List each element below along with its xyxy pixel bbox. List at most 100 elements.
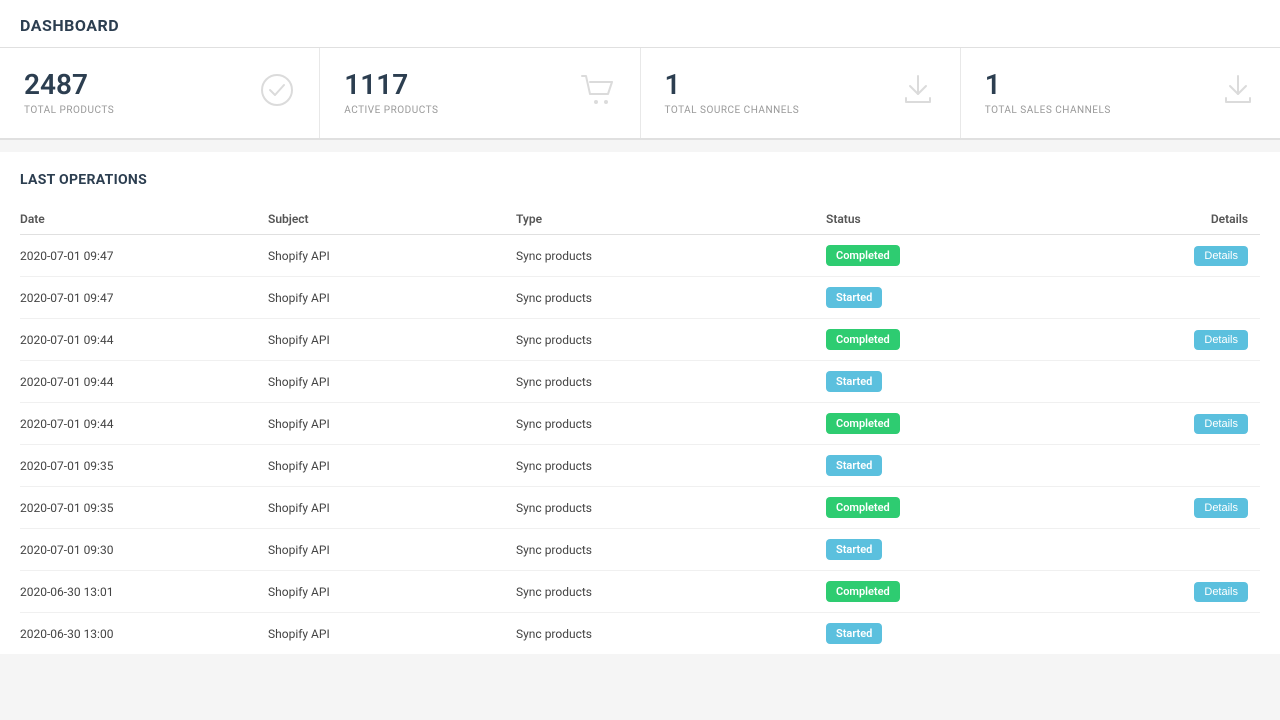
status-badge: Completed — [826, 497, 900, 518]
cell-details — [1074, 361, 1260, 403]
cell-type: Sync products — [516, 403, 826, 445]
col-subject: Subject — [268, 204, 516, 235]
status-badge: Completed — [826, 581, 900, 602]
table-body: 2020-07-01 09:47 Shopify API Sync produc… — [20, 235, 1260, 655]
cell-status: Started — [826, 445, 1074, 487]
status-badge: Completed — [826, 329, 900, 350]
stat-number-total-products: 2487 — [24, 70, 114, 101]
operations-table-wrap: Date Subject Type Status Details 2020-07… — [20, 204, 1260, 654]
status-badge: Started — [826, 455, 882, 476]
stat-content-total-source-channels: 1 TOTAL SOURCE CHANNELS — [665, 70, 800, 116]
stat-label-total-source-channels: TOTAL SOURCE CHANNELS — [665, 105, 800, 116]
table-row: 2020-06-30 13:01 Shopify API Sync produc… — [20, 571, 1260, 613]
table-row: 2020-07-01 09:47 Shopify API Sync produc… — [20, 277, 1260, 319]
stats-row: 2487 TOTAL PRODUCTS 1117 ACTIVE PRODUCTS — [0, 48, 1280, 140]
table-row: 2020-07-01 09:44 Shopify API Sync produc… — [20, 361, 1260, 403]
cell-type: Sync products — [516, 445, 826, 487]
table-header-row: Date Subject Type Status Details — [20, 204, 1260, 235]
details-button[interactable]: Details — [1194, 582, 1248, 602]
cell-details — [1074, 277, 1260, 319]
cell-date: 2020-07-01 09:35 — [20, 487, 268, 529]
details-button[interactable]: Details — [1194, 246, 1248, 266]
cell-status: Started — [826, 529, 1074, 571]
details-button[interactable]: Details — [1194, 498, 1248, 518]
table-row: 2020-07-01 09:47 Shopify API Sync produc… — [20, 235, 1260, 277]
cell-date: 2020-07-01 09:44 — [20, 403, 268, 445]
stat-label-total-sales-channels: TOTAL SALES CHANNELS — [985, 105, 1111, 116]
stat-number-active-products: 1117 — [344, 70, 438, 101]
cell-type: Sync products — [516, 361, 826, 403]
stat-card-total-products: 2487 TOTAL PRODUCTS — [0, 48, 320, 138]
cell-date: 2020-07-01 09:30 — [20, 529, 268, 571]
status-badge: Completed — [826, 245, 900, 266]
cell-subject: Shopify API — [268, 445, 516, 487]
status-badge: Started — [826, 539, 882, 560]
cell-date: 2020-07-01 09:44 — [20, 361, 268, 403]
status-badge: Started — [826, 371, 882, 392]
page-header: DASHBOARD — [0, 0, 1280, 48]
cell-details: Details — [1074, 235, 1260, 277]
cell-type: Sync products — [516, 571, 826, 613]
stat-content-active-products: 1117 ACTIVE PRODUCTS — [344, 70, 438, 116]
cell-status: Completed — [826, 235, 1074, 277]
cell-details: Details — [1074, 487, 1260, 529]
stat-card-total-source-channels: 1 TOTAL SOURCE CHANNELS — [641, 48, 961, 138]
stat-number-total-source-channels: 1 — [665, 70, 800, 101]
cell-subject: Shopify API — [268, 277, 516, 319]
page-container: DASHBOARD 2487 TOTAL PRODUCTS 1117 ACTIV… — [0, 0, 1280, 654]
cart-icon — [580, 74, 616, 113]
cell-status: Started — [826, 361, 1074, 403]
operations-table: Date Subject Type Status Details 2020-07… — [20, 204, 1260, 654]
cell-date: 2020-07-01 09:35 — [20, 445, 268, 487]
stat-card-total-sales-channels: 1 TOTAL SALES CHANNELS — [961, 48, 1280, 138]
status-badge: Completed — [826, 413, 900, 434]
cell-subject: Shopify API — [268, 529, 516, 571]
table-row: 2020-07-01 09:35 Shopify API Sync produc… — [20, 445, 1260, 487]
col-details: Details — [1074, 204, 1260, 235]
status-badge: Started — [826, 287, 882, 308]
cell-status: Started — [826, 277, 1074, 319]
cell-details — [1074, 445, 1260, 487]
cell-details — [1074, 613, 1260, 655]
cell-subject: Shopify API — [268, 361, 516, 403]
cell-details: Details — [1074, 319, 1260, 361]
check-circle-icon — [259, 72, 295, 115]
cell-date: 2020-07-01 09:47 — [20, 235, 268, 277]
page-title: DASHBOARD — [20, 16, 119, 35]
stat-content-total-sales-channels: 1 TOTAL SALES CHANNELS — [985, 70, 1111, 116]
cell-date: 2020-07-01 09:44 — [20, 319, 268, 361]
col-status: Status — [826, 204, 1074, 235]
cell-date: 2020-06-30 13:00 — [20, 613, 268, 655]
cell-subject: Shopify API — [268, 613, 516, 655]
details-button[interactable]: Details — [1194, 330, 1248, 350]
cell-status: Completed — [826, 403, 1074, 445]
cell-type: Sync products — [516, 613, 826, 655]
cell-details — [1074, 529, 1260, 571]
status-badge: Started — [826, 623, 882, 644]
col-date: Date — [20, 204, 268, 235]
operations-section: LAST OPERATIONS Date Subject Type Status… — [0, 152, 1280, 654]
cell-date: 2020-06-30 13:01 — [20, 571, 268, 613]
cell-subject: Shopify API — [268, 319, 516, 361]
table-head: Date Subject Type Status Details — [20, 204, 1260, 235]
table-row: 2020-07-01 09:44 Shopify API Sync produc… — [20, 319, 1260, 361]
table-row: 2020-07-01 09:35 Shopify API Sync produc… — [20, 487, 1260, 529]
cell-type: Sync products — [516, 487, 826, 529]
cell-status: Started — [826, 613, 1074, 655]
cell-type: Sync products — [516, 235, 826, 277]
table-row: 2020-06-30 13:00 Shopify API Sync produc… — [20, 613, 1260, 655]
cell-type: Sync products — [516, 277, 826, 319]
download-icon — [900, 72, 936, 115]
stat-content-total-products: 2487 TOTAL PRODUCTS — [24, 70, 114, 116]
table-row: 2020-07-01 09:30 Shopify API Sync produc… — [20, 529, 1260, 571]
stat-card-active-products: 1117 ACTIVE PRODUCTS — [320, 48, 640, 138]
stat-label-active-products: ACTIVE PRODUCTS — [344, 105, 438, 116]
cell-type: Sync products — [516, 319, 826, 361]
cell-subject: Shopify API — [268, 403, 516, 445]
details-button[interactable]: Details — [1194, 414, 1248, 434]
cell-status: Completed — [826, 487, 1074, 529]
cell-details: Details — [1074, 403, 1260, 445]
table-row: 2020-07-01 09:44 Shopify API Sync produc… — [20, 403, 1260, 445]
cell-subject: Shopify API — [268, 235, 516, 277]
cell-status: Completed — [826, 571, 1074, 613]
